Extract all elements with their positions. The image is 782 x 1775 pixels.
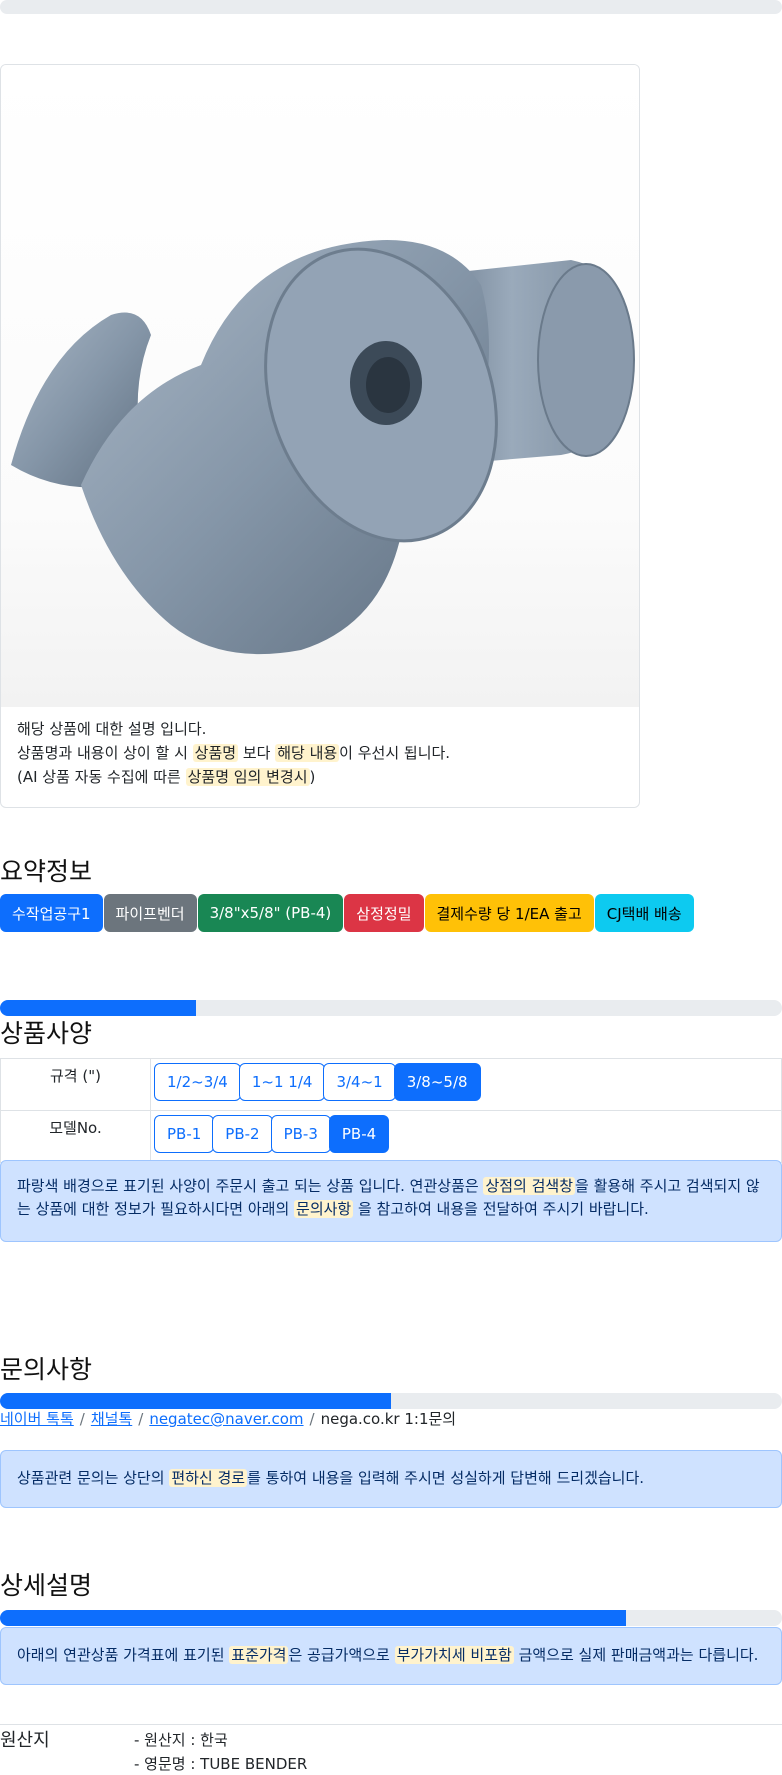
highlight-name-change: 상품명 임의 변경시 [185,768,310,786]
highlight-search-box: 상점의 검색창 [483,1177,576,1195]
spec-option-button[interactable]: 1/2~3/4 [154,1063,241,1101]
spec-option-button[interactable]: 3/8~5/8 [393,1063,481,1101]
desc-text: 상품명과 내용이 상이 할 시 [17,744,193,762]
inquiry-title: 문의사항 [0,1355,93,1384]
detail-progress-bar [0,1610,782,1626]
spec-notice: 파랑색 배경으로 표기된 사양이 주문시 출고 되는 상품 입니다. 연관상품은… [0,1160,782,1242]
spec-option-button[interactable]: PB-1 [154,1115,215,1153]
summary-badge: 삼정정밀 [344,894,424,932]
inquiry-progress-fill [0,1393,391,1409]
notice-text: 은 공급가액으로 [288,1646,395,1664]
spec-row-model: 모델No. PB-1 PB-2 PB-3 PB-4 [0,1110,782,1163]
notice-text: 파랑색 배경으로 표기된 사양이 주문시 출고 되는 상품 입니다. 연관상품은 [17,1177,484,1195]
highlight-content: 해당 내용 [275,744,340,762]
origin-label: 원산지 [0,1730,50,1751]
product-image [1,65,639,707]
product-description: 해당 상품에 대한 설명 입니다. 상품명과 내용이 상이 할 시 상품명 보다… [17,717,450,789]
summary-badge: 3/8"x5/8" (PB-4) [197,894,344,932]
origin-list: - 원산지 : 한국 - 영문명 : TUBE BENDER [134,1728,307,1775]
site-inquiry-text: nega.co.kr 1:1문의 [320,1410,457,1428]
origin-divider [0,1724,782,1725]
summary-badges: 수작업공구1 파이프벤더 3/8"x5/8" (PB-4) 삼정정밀 결제수량 당 1/… [0,894,695,932]
top-progress-bar [0,0,782,14]
spec-label-size: 규격 (") [0,1058,151,1111]
notice-text: 금액으로 실제 판매금액과는 다릅니다. [513,1646,759,1664]
spec-label-model: 모델No. [0,1110,151,1163]
contact-links: 네이버 톡톡 / 채널톡 / negatec@naver.com / nega.co.kr … [0,1408,456,1429]
product-card: 해당 상품에 대한 설명 입니다. 상품명과 내용이 상이 할 시 상품명 보다… [0,64,640,808]
spec-option-button[interactable]: 3/4~1 [323,1063,396,1101]
description-line-1: 해당 상품에 대한 설명 입니다. [17,720,207,738]
desc-text: ) [309,768,316,786]
spec-progress-bar [0,1000,782,1016]
notice-text: 상품관련 문의는 상단의 [17,1469,170,1487]
naver-talk-link[interactable]: 네이버 톡톡 [0,1410,74,1428]
spec-table: 규격 (") 1/2~3/4 1~1 1/4 3/4~1 3/8~5/8 모델No. … [0,1058,782,1163]
tube-bender-shoe-picture [11,240,635,655]
email-link[interactable]: negatec@naver.com [149,1410,303,1428]
separator: / [309,1410,315,1428]
spec-option-button[interactable]: 1~1 1/4 [238,1063,326,1101]
highlight-inquiry: 문의사항 [294,1200,354,1218]
origin-item-country: - 원산지 : 한국 [134,1731,228,1749]
summary-badge: 결제수량 당 1/EA 출고 [424,894,594,932]
inquiry-notice: 상품관련 문의는 상단의 편하신 경로 를 통하여 내용을 입력해 주시면 성실하… [0,1450,782,1508]
desc-text: (AI 상품 자동 수집에 따른 [17,768,186,786]
highlight-product-name: 상품명 [192,744,239,762]
summary-badge: CJ택배 배송 [594,894,694,932]
notice-text: 을 참고하여 내용을 전달하여 주시기 바랍니다. [353,1200,649,1218]
specs-title: 상품사양 [0,1019,93,1048]
highlight-standard-price: 표준가격 [229,1646,289,1664]
spec-options-model: PB-1 PB-2 PB-3 PB-4 [150,1110,782,1163]
desc-text: 보다 [238,744,276,762]
spec-option-button[interactable]: PB-4 [328,1115,390,1153]
desc-text: 이 우선시 됩니다. [339,744,451,762]
inquiry-progress-bar [0,1393,782,1409]
notice-text: 아래의 연관상품 가격표에 표기된 [17,1646,230,1664]
spec-option-button[interactable]: PB-2 [212,1115,273,1153]
summary-badge: 수작업공구1 [0,894,103,932]
spec-row-size: 규격 (") 1/2~3/4 1~1 1/4 3/4~1 3/8~5/8 [0,1058,782,1111]
origin-item-english-name: - 영문명 : TUBE BENDER [134,1755,308,1773]
spec-option-button[interactable]: PB-3 [270,1115,331,1153]
summary-badge: 파이프벤더 [103,894,197,932]
channel-talk-link[interactable]: 채널톡 [91,1410,132,1428]
description-line-3: (AI 상품 자동 수집에 따른 상품명 임의 변경시) [17,765,450,789]
spec-options-size: 1/2~3/4 1~1 1/4 3/4~1 3/8~5/8 [150,1058,782,1111]
separator: / [138,1410,144,1428]
detail-notice: 아래의 연관상품 가격표에 표기된 표준가격 은 공급가액으로 부가가치세 비포함… [0,1627,782,1685]
separator: / [79,1410,85,1428]
detail-progress-fill [0,1610,626,1626]
highlight-route: 편하신 경로 [169,1469,248,1487]
description-line-2: 상품명과 내용이 상이 할 시 상품명 보다 해당 내용 이 우선시 됩니다. [17,741,450,765]
detail-title: 상세설명 [0,1571,93,1600]
highlight-vat-excluded: 부가가치세 비포함 [394,1646,514,1664]
summary-title: 요약정보 [0,857,93,886]
notice-text: 를 통하여 내용을 입력해 주시면 성실하게 답변해 드리겠습니다. [247,1469,645,1487]
